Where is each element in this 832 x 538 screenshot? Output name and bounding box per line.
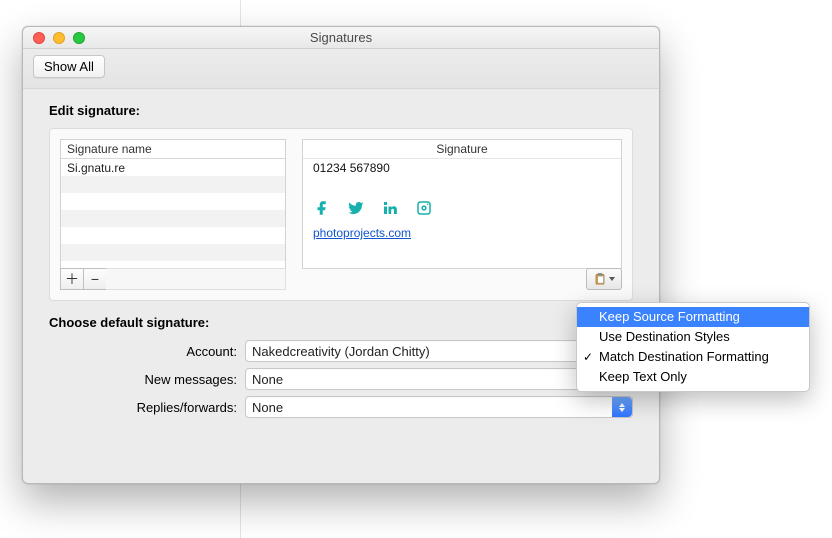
signature-preview-body: 01234 567890 [303,159,621,268]
add-remove-bar: ＋ − [60,268,286,290]
signature-preview-column: Signature 01234 567890 [302,139,622,290]
list-item[interactable]: Si.gnatu.re [61,159,285,176]
clipboard-icon [593,272,607,286]
menu-item-use-destination-styles[interactable]: Use Destination Styles [577,327,809,347]
list-item[interactable] [61,227,285,244]
account-value: Nakedcreativity (Jordan Chitty) [252,344,430,359]
content-area: Edit signature: Signature name Si.gnatu.… [23,89,659,438]
facebook-icon [313,199,331,220]
add-remove-spacer [106,268,286,290]
signature-phone: 01234 567890 [313,161,611,175]
signature-preview[interactable]: Signature 01234 567890 [302,139,622,269]
signature-link[interactable]: photoprojects.com [313,226,611,240]
signature-list[interactable]: Signature name Si.gnatu.re [60,139,286,269]
preferences-window: Signatures Show All Edit signature: Sign… [22,26,660,484]
new-messages-select[interactable]: None [245,368,633,390]
new-messages-value: None [252,372,283,387]
show-all-button[interactable]: Show All [33,55,105,78]
twitter-icon [347,199,365,220]
choose-default-heading: Choose default signature: [49,315,633,330]
signature-social-icons [313,199,611,220]
linkedin-icon [381,199,399,220]
chevron-down-icon [609,277,615,281]
default-signature-section: Choose default signature: Account: Naked… [49,315,633,418]
add-signature-button[interactable]: ＋ [60,268,84,290]
new-messages-label: New messages: [49,372,245,387]
list-item[interactable] [61,210,285,227]
titlebar: Signatures [23,27,659,49]
signature-preview-header: Signature [303,140,621,159]
replies-forwards-label: Replies/forwards: [49,400,245,415]
window-title: Signatures [23,30,659,45]
list-item[interactable] [61,193,285,210]
edit-signature-heading: Edit signature: [49,103,633,118]
select-stepper-icon [612,397,632,417]
menu-item-match-destination-formatting[interactable]: ✓ Match Destination Formatting [577,347,809,367]
replies-forwards-select[interactable]: None [245,396,633,418]
check-icon: ✓ [583,348,593,366]
paste-options-button[interactable] [586,268,622,290]
replies-forwards-value: None [252,400,283,415]
account-select[interactable]: Nakedcreativity (Jordan Chitty) [245,340,633,362]
edit-signature-panel: Signature name Si.gnatu.re ＋ − [49,128,633,301]
toolbar: Show All [23,49,659,89]
signature-list-header: Signature name [61,140,285,159]
instagram-icon [415,199,433,220]
paste-options-menu: Keep Source Formatting Use Destination S… [576,302,810,392]
account-label: Account: [49,344,245,359]
list-item[interactable] [61,244,285,261]
menu-item-keep-source-formatting[interactable]: Keep Source Formatting [577,307,809,327]
list-item[interactable] [61,176,285,193]
signature-list-column: Signature name Si.gnatu.re ＋ − [60,139,286,290]
remove-signature-button[interactable]: − [83,268,107,290]
menu-item-keep-text-only[interactable]: Keep Text Only [577,367,809,387]
